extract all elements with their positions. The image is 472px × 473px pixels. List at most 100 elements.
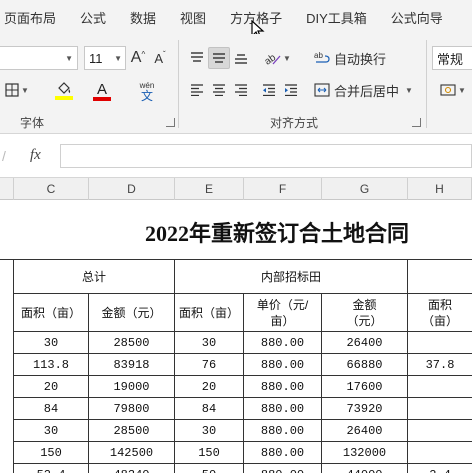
decrease-font-button[interactable]: Aˇ [150,47,170,69]
cell-amount-total[interactable]: 28500 [89,420,175,442]
cell-area-h[interactable]: 37.8 [408,354,472,376]
align-middle-icon [213,53,225,63]
align-middle-button[interactable] [208,47,230,69]
cell-area-h[interactable]: 2.4 [408,464,472,473]
tab-data[interactable]: 数据 [118,8,168,27]
cell-amount-internal[interactable]: 132000 [322,442,408,464]
phonetic-guide-button[interactable]: wén 文 [130,78,164,104]
align-right-button[interactable] [230,79,252,101]
font-size-box[interactable]: 11 ▼ [84,46,126,70]
align-left-button[interactable] [186,79,208,101]
cell-unit-price[interactable]: 880.00 [244,376,322,398]
cell-area-internal[interactable]: 30 [175,420,244,442]
tab-page-layout[interactable]: 页面布局 [0,8,68,27]
align-top-icon [191,52,203,62]
paint-bucket-icon [58,82,71,94]
column-header-c[interactable]: C [14,178,89,200]
caret-up-icon: ^ [141,50,146,59]
cell-area-internal[interactable]: 50 [175,464,244,473]
align-bottom-button[interactable] [230,47,252,69]
cell-area-h[interactable] [408,420,472,442]
group-header-h[interactable] [408,260,472,294]
header-amount-total[interactable]: 金额（元） [89,294,175,332]
cell-area-internal[interactable]: 76 [175,354,244,376]
group-header-total[interactable]: 总计 [14,260,175,294]
cell-unit-price[interactable]: 880.00 [244,464,322,473]
cell-unit-price[interactable]: 880.00 [244,442,322,464]
tab-formula-wizard[interactable]: 公式向导 [379,8,455,27]
column-header-g[interactable]: G [322,178,408,200]
cell-unit-price[interactable]: 880.00 [244,332,322,354]
cell-amount-total[interactable]: 48340 [89,464,175,473]
wrap-text-button[interactable]: ab 自动换行 [314,46,390,70]
cell-area-total[interactable]: 84 [14,398,89,420]
cell-amount-total[interactable]: 19000 [89,376,175,398]
cell-unit-price[interactable]: 880.00 [244,354,322,376]
column-header-h[interactable]: H [408,178,472,200]
svg-text:ab: ab [314,51,323,60]
tab-view[interactable]: 视图 [168,8,218,27]
merge-cells-icon [314,83,330,97]
cell-amount-internal[interactable]: 66880 [322,354,408,376]
cell-amount-total[interactable]: 79800 [89,398,175,420]
cell-area-total[interactable]: 30 [14,420,89,442]
cell-amount-internal[interactable]: 73920 [322,398,408,420]
font-name-box[interactable]: ▼ [0,46,78,70]
header-unit-price[interactable]: 单价（元/ 亩） [244,294,322,332]
group-header-internal-bidding[interactable]: 内部招标田 [175,260,408,294]
cell-amount-total[interactable]: 83918 [89,354,175,376]
cell-area-total[interactable]: 30 [14,332,89,354]
cell-amount-total[interactable]: 28500 [89,332,175,354]
tab-diy-toolbox[interactable]: DIY工具箱 [294,8,379,27]
increase-indent-icon [285,84,297,96]
ribbon: ▼ 11 ▼ A ^ Aˇ ▼ A wén 文 字体 ab ▼ ab 自动换行 … [0,34,472,134]
cell-amount-internal[interactable]: 44000 [322,464,408,473]
merge-center-button[interactable]: 合并后居中 ▼ [314,78,416,102]
cell-area-total[interactable]: 52.4 [14,464,89,473]
cell-area-h[interactable] [408,332,472,354]
cell-area-h[interactable] [408,442,472,464]
cell-area-total[interactable]: 113.8 [14,354,89,376]
cell-unit-price[interactable]: 880.00 [244,398,322,420]
formula-bar-divider: / [2,148,6,164]
number-format-box[interactable]: 常规 [432,46,472,70]
insert-function-icon[interactable]: fx [30,147,41,164]
cell-amount-internal[interactable]: 17600 [322,376,408,398]
font-color-swatch [93,96,111,101]
cell-area-h[interactable] [408,398,472,420]
decrease-indent-button[interactable] [258,79,280,101]
increase-font-button[interactable]: A ^ [128,47,148,69]
fill-color-button[interactable] [48,78,80,104]
header-area-total[interactable]: 面积（亩） [14,294,89,332]
header-area-internal[interactable]: 面积（亩） [175,294,244,332]
align-center-button[interactable] [208,79,230,101]
currency-format-button[interactable]: ▼ [434,79,472,101]
column-header-d[interactable]: D [89,178,175,200]
formula-input[interactable] [60,144,472,168]
cell-area-internal[interactable]: 84 [175,398,244,420]
cell-area-internal[interactable]: 150 [175,442,244,464]
borders-button[interactable]: ▼ [2,79,32,101]
font-dialog-launcher-icon[interactable] [166,118,175,127]
column-header-f[interactable]: F [244,178,322,200]
cell-area-total[interactable]: 20 [14,376,89,398]
cell-amount-total[interactable]: 142500 [89,442,175,464]
worksheet[interactable]: 2022年重新签订合土地合同 总计 内部招标田 面积（亩） 金额（元） 面积（亩… [0,200,472,473]
column-header-e[interactable]: E [175,178,244,200]
header-amount-internal[interactable]: 金额 （元） [322,294,408,332]
alignment-dialog-launcher-icon[interactable] [412,118,421,127]
increase-indent-button[interactable] [280,79,302,101]
cell-area-h[interactable] [408,376,472,398]
cell-area-total[interactable]: 150 [14,442,89,464]
tab-formulas[interactable]: 公式 [68,8,118,27]
column-header-b[interactable] [0,178,14,200]
cell-area-internal[interactable]: 20 [175,376,244,398]
cell-amount-internal[interactable]: 26400 [322,332,408,354]
cell-unit-price[interactable]: 880.00 [244,420,322,442]
align-top-button[interactable] [186,47,208,69]
cell-area-internal[interactable]: 30 [175,332,244,354]
font-color-button[interactable]: A [86,78,118,104]
cell-amount-internal[interactable]: 26400 [322,420,408,442]
header-area-h[interactable]: 面积 （亩） [408,294,472,332]
orientation-button[interactable]: ab ▼ [260,47,294,69]
